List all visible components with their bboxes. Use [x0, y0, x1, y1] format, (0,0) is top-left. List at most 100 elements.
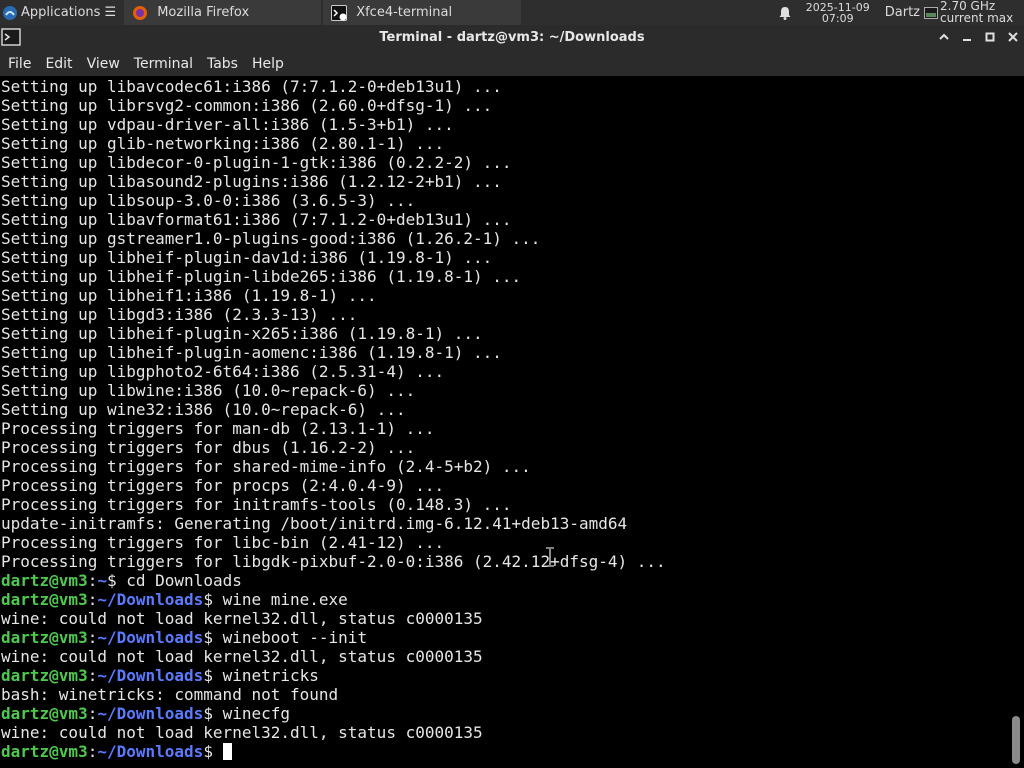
prompt-separator: :: [87, 590, 98, 609]
prompt-line: dartz@vm3:~/Downloads$: [1, 742, 666, 761]
prompt-line: dartz@vm3:~/Downloads$ winecfg: [1, 704, 666, 723]
clock-date: 2025-11-09: [805, 0, 870, 14]
scrollbar[interactable]: [1008, 76, 1024, 768]
user-menu[interactable]: Dartz: [885, 5, 920, 20]
prompt-user: dartz@vm3: [1, 742, 88, 761]
prompt-user: dartz@vm3: [1, 704, 88, 723]
shade-icon[interactable]: [937, 30, 951, 44]
prompt-path: ~/Downloads: [97, 666, 204, 685]
menubar: File Edit View Terminal Tabs Help: [0, 51, 1024, 76]
terminal-area[interactable]: Setting up libavcodec61:i386 (7:7.1.2-0+…: [0, 76, 1008, 768]
terminal-line: Setting up glib-networking:i386 (2.80.1-…: [1, 134, 445, 153]
window-titlebar[interactable]: Terminal - dartz@vm3: ~/Downloads: [0, 25, 1024, 51]
prompt-line: dartz@vm3:~/Downloads$ wineboot --init: [1, 628, 666, 647]
terminal-output: Setting up libavcodec61:i386 (7:7.1.2-0+…: [1, 77, 666, 761]
prompt-path: ~/Downloads: [97, 704, 204, 723]
xfce-logo-icon: [3, 5, 17, 20]
taskbar-terminal-label: Xfce4-terminal: [356, 5, 453, 20]
menu-tabs[interactable]: Tabs: [207, 56, 238, 72]
menu-help[interactable]: Help: [252, 56, 284, 72]
minimize-icon[interactable]: [960, 30, 974, 44]
prompt-symbol: $: [203, 628, 223, 647]
maximize-icon[interactable]: [983, 30, 997, 44]
terminal-line: Setting up libwine:i386 (10.0~repack-6) …: [1, 381, 416, 400]
applications-menu[interactable]: Applications ☰: [0, 0, 120, 25]
taskbar-firefox[interactable]: Mozilla Firefox: [124, 0, 322, 25]
terminal-line: Processing triggers for shared-mime-info…: [1, 457, 531, 476]
command-text: cd Downloads: [126, 571, 242, 590]
terminal-icon: [331, 4, 348, 21]
prompt-symbol: $: [203, 590, 223, 609]
cpu-freq-mode: current max: [940, 11, 1014, 25]
menu-file[interactable]: File: [8, 56, 31, 72]
terminal-line: Setting up libavcodec61:i386 (7:7.1.2-0+…: [1, 77, 502, 96]
terminal-line: Setting up libavformat61:i386 (7:7.1.2-0…: [1, 210, 512, 229]
cpu-monitor-icon: [924, 6, 938, 19]
terminal-line: wine: could not load kernel32.dll, statu…: [1, 723, 483, 742]
prompt-path: ~: [97, 571, 107, 590]
applications-label: Applications ☰: [21, 5, 117, 20]
terminal-line: Setting up librsvg2-common:i386 (2.60.0+…: [1, 96, 493, 115]
prompt-symbol: $: [106, 571, 127, 590]
cpu-frequency[interactable]: 2.70 GHz current max: [940, 0, 1024, 25]
command-text: wineboot --init: [222, 628, 368, 647]
text-cursor: [222, 743, 232, 760]
notification-bell-icon[interactable]: [777, 5, 793, 21]
terminal-line: Setting up libasound2-plugins:i386 (1.2.…: [1, 172, 502, 191]
prompt-user: dartz@vm3: [1, 666, 88, 685]
scrollbar-thumb[interactable]: [1012, 716, 1020, 764]
top-panel: Applications ☰ Mozilla Firefox Xfce4-ter…: [0, 0, 1024, 25]
terminal-line: update-initramfs: Generating /boot/initr…: [1, 514, 628, 533]
terminal-line: Setting up libgd3:i386 (2.3.3-13) ...: [1, 305, 358, 324]
clock[interactable]: 2025-11-09 07:09: [803, 2, 873, 24]
close-icon[interactable]: [1006, 30, 1020, 44]
command-text: winecfg: [222, 704, 291, 723]
prompt-line: dartz@vm3:~/Downloads$ winetricks: [1, 666, 666, 685]
menu-view[interactable]: View: [87, 56, 120, 72]
prompt-line: dartz@vm3:~/Downloads$ wine mine.exe: [1, 590, 666, 609]
terminal-line: Processing triggers for libgdk-pixbuf-2.…: [1, 552, 666, 571]
prompt-path: ~/Downloads: [97, 742, 204, 761]
menu-edit[interactable]: Edit: [45, 56, 72, 72]
terminal-line: Processing triggers for initramfs-tools …: [1, 495, 512, 514]
terminal-line: Setting up libheif-plugin-x265:i386 (1.1…: [1, 324, 483, 343]
prompt-symbol: $: [203, 704, 223, 723]
terminal-line: Setting up libsoup-3.0-0:i386 (3.6.5-3) …: [1, 191, 416, 210]
terminal-line: bash: winetricks: command not found: [1, 685, 339, 704]
prompt-symbol: $: [203, 742, 223, 761]
prompt-separator: :: [87, 704, 98, 723]
menu-terminal[interactable]: Terminal: [134, 56, 193, 72]
command-text: winetricks: [222, 666, 319, 685]
prompt-path: ~/Downloads: [97, 628, 204, 647]
prompt-separator: :: [87, 666, 98, 685]
prompt-separator: :: [87, 628, 98, 647]
prompt-user: dartz@vm3: [1, 571, 88, 590]
terminal-line: Setting up vdpau-driver-all:i386 (1.5-3+…: [1, 115, 454, 134]
terminal-line: Setting up libgphoto2-6t64:i386 (2.5.31-…: [1, 362, 445, 381]
prompt-separator: :: [87, 571, 98, 590]
taskbar-firefox-label: Mozilla Firefox: [157, 5, 250, 20]
prompt-symbol: $: [203, 666, 223, 685]
terminal-line: wine: could not load kernel32.dll, statu…: [1, 609, 483, 628]
terminal-line: wine: could not load kernel32.dll, statu…: [1, 647, 483, 666]
taskbar-terminal[interactable]: Xfce4-terminal: [323, 0, 522, 25]
terminal-line: Setting up libdecor-0-plugin-1-gtk:i386 …: [1, 153, 512, 172]
prompt-user: dartz@vm3: [1, 628, 88, 647]
terminal-line: Setting up libheif-plugin-aomenc:i386 (1…: [1, 343, 502, 362]
clock-time: 07:09: [821, 11, 854, 25]
command-text: wine mine.exe: [222, 590, 348, 609]
terminal-line: Setting up libheif1:i386 (1.19.8-1) ...: [1, 286, 377, 305]
terminal-line: Processing triggers for libc-bin (2.41-1…: [1, 533, 445, 552]
prompt-separator: :: [87, 742, 98, 761]
terminal-line: Processing triggers for dbus (1.16.2-2) …: [1, 438, 416, 457]
prompt-line: dartz@vm3:~$ cd Downloads: [1, 571, 666, 590]
terminal-line: Setting up wine32:i386 (10.0~repack-6) .…: [1, 400, 406, 419]
terminal-line: Setting up gstreamer1.0-plugins-good:i38…: [1, 229, 541, 248]
terminal-line: Processing triggers for procps (2:4.0.4-…: [1, 476, 445, 495]
terminal-line: Setting up libheif-plugin-dav1d:i386 (1.…: [1, 248, 493, 267]
prompt-path: ~/Downloads: [97, 590, 204, 609]
terminal-line: Processing triggers for man-db (2.13.1-1…: [1, 419, 435, 438]
firefox-icon: [133, 5, 148, 20]
mouse-ibeam-cursor-icon: [546, 547, 554, 567]
terminal-line: Setting up libheif-plugin-libde265:i386 …: [1, 267, 522, 286]
